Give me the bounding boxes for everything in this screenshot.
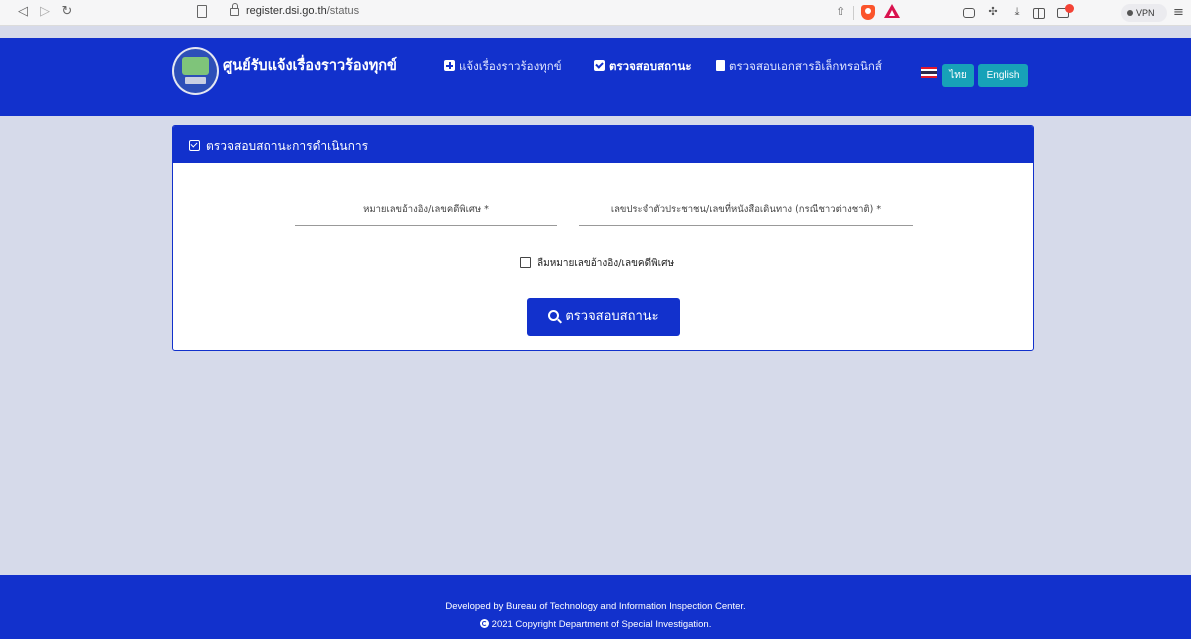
reference-number-field[interactable]: หมายเลขอ้างอิง/เลขคดีพิเศษ * — [295, 194, 557, 226]
address-bar[interactable]: register.dsi.go.th/status — [224, 3, 924, 23]
nav-file-complaint[interactable]: แจ้งเรื่องราวร้องทุกข์ — [444, 58, 562, 76]
menu-icon[interactable]: ≡ — [1173, 5, 1184, 20]
nav-label: ตรวจสอบสถานะ — [609, 59, 692, 73]
brave-rewards-icon[interactable] — [884, 4, 900, 18]
reference-number-label: หมายเลขอ้างอิง/เลขคดีพิเศษ * — [363, 204, 489, 215]
url-text[interactable]: register.dsi.go.th/status — [246, 5, 359, 17]
lang-thai-button[interactable]: ไทย — [942, 64, 974, 87]
card-title: ตรวจสอบสถานะการดำเนินการ — [189, 137, 368, 156]
site-footer: Developed by Bureau of Technology and In… — [0, 575, 1191, 639]
toolbar-divider — [853, 6, 854, 20]
check-square-icon — [189, 140, 200, 151]
field-underline — [579, 225, 913, 226]
nav-check-status[interactable]: ตรวจสอบสถานะ — [594, 58, 692, 76]
brand-title[interactable]: ศูนย์รับแจ้งเรื่องราวร้องทุกข์ — [223, 54, 397, 77]
footer-developer-line: Developed by Bureau of Technology and In… — [445, 601, 746, 612]
card-header: ตรวจสอบสถานะการดำเนินการ — [173, 126, 1033, 163]
dsi-logo[interactable] — [172, 47, 219, 95]
footer-copyright-text: 2021 Copyright Department of Special Inv… — [491, 619, 712, 630]
vpn-label: VPN — [1136, 8, 1155, 18]
vpn-status-icon — [1127, 10, 1133, 16]
citizen-id-field[interactable]: เลขประจำตัวประชาชน/เลขที่หนังสือเดินทาง … — [579, 194, 913, 226]
nav-label: แจ้งเรื่องราวร้องทุกข์ — [459, 59, 562, 73]
file-icon — [716, 60, 725, 71]
back-icon[interactable]: ◁ — [14, 3, 32, 21]
citizen-id-label: เลขประจำตัวประชาชน/เลขที่หนังสือเดินทาง … — [610, 204, 882, 215]
download-icon[interactable]: ⤓ — [1010, 5, 1024, 19]
copyright-icon — [479, 619, 489, 628]
search-icon — [548, 310, 560, 321]
url-domain: register.dsi.go.th — [246, 5, 327, 17]
browser-toolbar: ◁ ▷ ↻ register.dsi.go.th/status ⇧ ✣ ⤓ VP… — [0, 0, 1191, 26]
forgot-reference-label: ลืมหมายเลขอ้างอิง/เลขคดีพิเศษ — [537, 258, 675, 269]
nav-check-edocument[interactable]: ตรวจสอบเอกสารอิเล็กทรอนิกส์ — [716, 58, 882, 76]
plus-square-icon — [444, 60, 455, 71]
status-check-card: ตรวจสอบสถานะการดำเนินการ หมายเลขอ้างอิง/… — [172, 125, 1034, 351]
nav-label: ตรวจสอบเอกสารอิเล็กทรอนิกส์ — [729, 59, 882, 73]
check-status-button[interactable]: ตรวจสอบสถานะ — [527, 298, 680, 336]
check-square-icon — [594, 60, 605, 71]
forgot-reference-option[interactable]: ลืมหมายเลขอ้างอิง/เลขคดีพิเศษ — [520, 256, 674, 271]
lock-icon — [230, 3, 239, 16]
reload-icon[interactable]: ↻ — [58, 3, 76, 21]
card-title-text: ตรวจสอบสถานะการดำเนินการ — [206, 139, 369, 153]
site-header: ศูนย์รับแจ้งเรื่องราวร้องทุกข์ แจ้งเรื่อ… — [0, 38, 1191, 116]
extensions-icon[interactable]: ✣ — [986, 5, 1000, 19]
brave-shields-icon[interactable] — [861, 5, 875, 20]
lang-english-button[interactable]: English — [978, 64, 1028, 87]
vpn-button[interactable]: VPN — [1121, 4, 1167, 22]
thai-flag-icon — [921, 67, 937, 78]
forgot-reference-checkbox[interactable] — [520, 257, 531, 268]
field-underline — [295, 225, 557, 226]
share-icon[interactable]: ⇧ — [836, 5, 845, 18]
check-status-label: ตรวจสอบสถานะ — [565, 309, 659, 324]
url-path: /status — [326, 5, 360, 17]
screenshot-icon[interactable] — [963, 8, 975, 18]
forward-icon[interactable]: ▷ — [36, 3, 54, 21]
bookmark-icon[interactable] — [197, 5, 207, 18]
notification-dot — [1065, 4, 1074, 13]
sidebar-icon[interactable] — [1033, 8, 1045, 19]
footer-copyright-line: 2021 Copyright Department of Special Inv… — [0, 619, 1191, 630]
